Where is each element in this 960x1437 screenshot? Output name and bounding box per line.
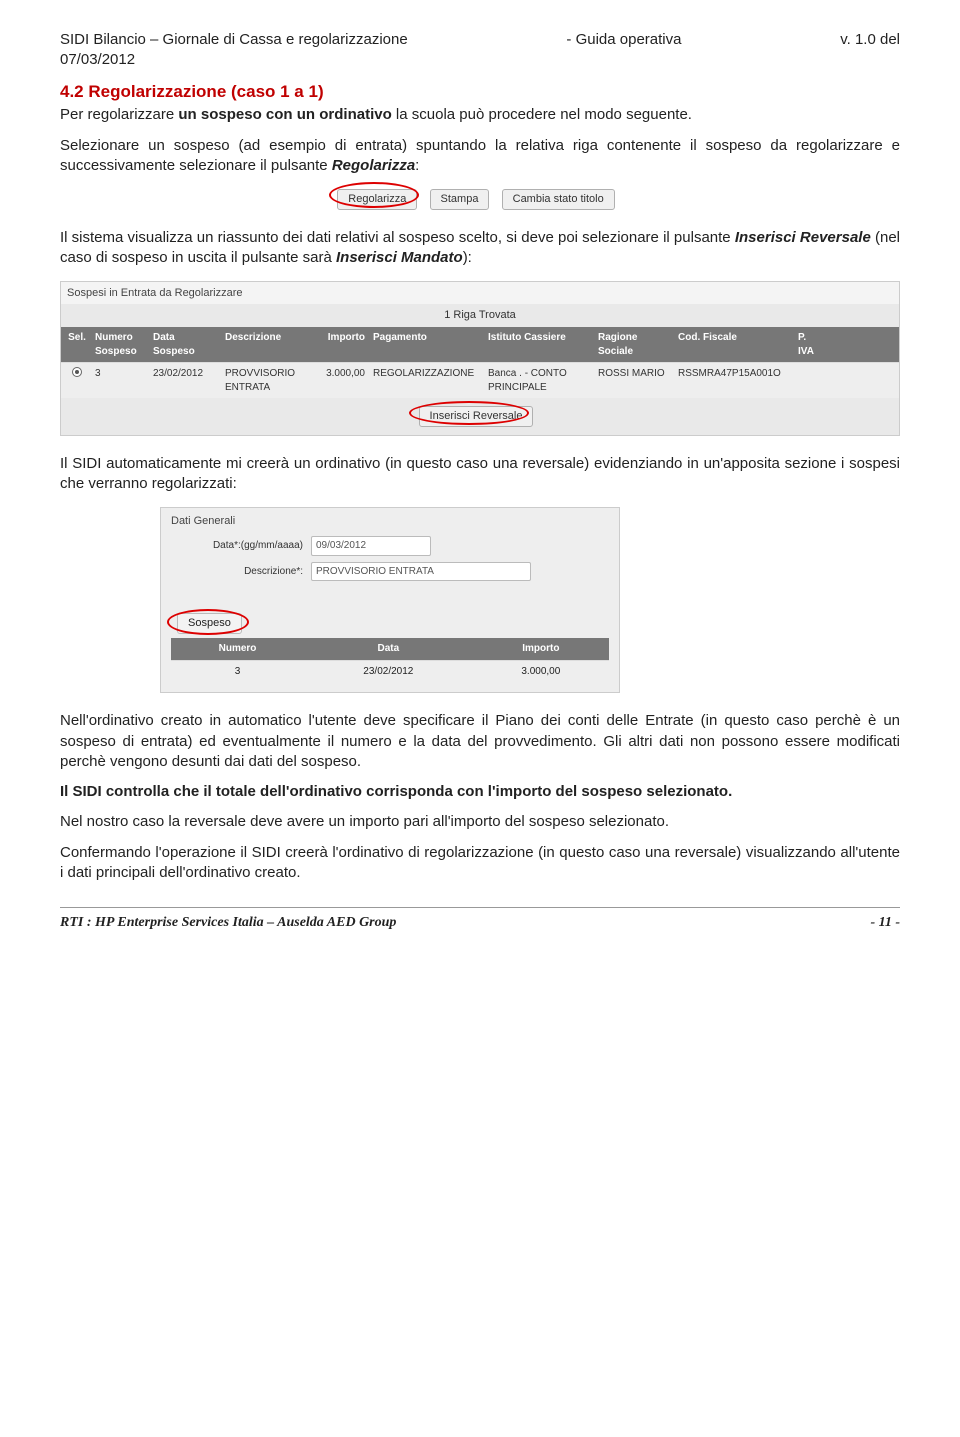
table-header-row: Sel. Numero Sospeso Data Sospeso Descriz… [61,327,899,362]
header-date: 07/03/2012 [60,50,900,70]
term: Inserisci Reversale [735,229,871,246]
inserisci-reversale-button[interactable]: Inserisci Reversale [419,406,534,427]
text: : [415,157,419,174]
paragraph-3: Il sistema visualizza un riassunto dei d… [60,228,900,269]
cell-importo: 3.000,00 [311,367,369,394]
page-footer: RTI : HP Enterprise Services Italia – Au… [60,914,900,933]
col-numero: Numero [171,638,304,660]
col-ragione: Ragione Sociale [594,331,674,358]
cell-desc: PROVVISORIO ENTRATA [221,367,311,394]
text: Per regolarizzare [60,106,178,123]
col-numero: Numero Sospeso [91,331,149,358]
text: ): [463,249,472,266]
cell-importo: 3.000,00 [473,660,609,682]
cell-data: 23/02/2012 [149,367,221,394]
paragraph-8: Confermando l'operazione il SIDI creerà … [60,843,900,884]
sospeso-table: Numero Data Importo 3 23/02/2012 3.000,0… [171,638,609,682]
cell-numero: 3 [91,367,149,394]
cambia-stato-button[interactable]: Cambia stato titolo [502,189,615,210]
section-heading: 4.2 Regolarizzazione (caso 1 a 1) [60,81,900,104]
text-bold: un sospeso con un ordinativo [178,106,391,123]
cell-istituto: Banca . - CONTO PRINCIPALE [484,367,594,394]
screenshot-form-dati: Dati Generali Data*:(gg/mm/aaaa) 09/03/2… [160,507,900,694]
radio-dot-icon[interactable] [72,367,82,377]
col-data: Data Sospeso [149,331,221,358]
text: Il sistema visualizza un riassunto dei d… [60,229,735,246]
col-importo: Importo [473,638,609,660]
sospeso-tab[interactable]: Sospeso [177,613,242,634]
text: la scuola può procedere nel modo seguent… [396,106,692,123]
stampa-button[interactable]: Stampa [430,189,490,210]
input-descrizione[interactable]: PROVVISORIO ENTRATA [311,562,531,582]
col-pagamento: Pagamento [369,331,484,358]
intro-paragraph: Per regolarizzare un sospeso con un ordi… [60,105,900,125]
form-title: Dati Generali [171,514,609,529]
col-data: Data [304,638,473,660]
header-left: SIDI Bilancio – Giornale di Cassa e rego… [60,30,408,50]
page-header: SIDI Bilancio – Giornale di Cassa e rego… [60,30,900,50]
footer-left: RTI : HP Enterprise Services Italia – Au… [60,914,396,933]
cell-data: 23/02/2012 [304,660,473,682]
header-center: - Guida operativa [566,30,681,50]
paragraph-2: Selezionare un sospeso (ad esempio di en… [60,136,900,177]
col-sel: Sel. [63,331,91,358]
screenshot-table-sospesi: Sospesi in Entrata da Regolarizzare 1 Ri… [60,281,900,437]
table-header-row: Numero Data Importo [171,638,609,660]
regolarizza-button[interactable]: Regolarizza [337,189,417,210]
footer-right: - 11 - [870,914,900,933]
term: Inserisci Mandato [336,249,463,266]
col-importo: Importo [311,331,369,358]
term: Regolarizza [332,157,415,174]
header-right: v. 1.0 del [840,30,900,50]
col-codfiscale: Cod. Fiscale [674,331,794,358]
cell-numero: 3 [171,660,304,682]
screenshot-buttons-1: Regolarizza Stampa Cambia stato titolo [60,188,900,210]
input-data[interactable]: 09/03/2012 [311,536,431,556]
label-data: Data*:(gg/mm/aaaa) [171,539,311,553]
label-descrizione: Descrizione*: [171,565,311,579]
cell-ragione: ROSSI MARIO [594,367,674,394]
col-descrizione: Descrizione [221,331,311,358]
cell-pagamento: REGOLARIZZAZIONE [369,367,484,394]
footer-separator: RTI : HP Enterprise Services Italia – Au… [60,907,900,933]
paragraph-7: Nel nostro caso la reversale deve avere … [60,812,900,832]
table-title: Sospesi in Entrata da Regolarizzare [61,282,899,305]
bold-text: Il SIDI controlla che il totale dell'ord… [60,783,732,800]
radio-select[interactable] [63,367,91,394]
col-piva: P. IVA [794,331,824,358]
table-row[interactable]: 3 23/02/2012 PROVVISORIO ENTRATA 3.000,0… [61,362,899,398]
cell-piva [794,367,824,394]
col-istituto: Istituto Cassiere [484,331,594,358]
text: Selezionare un sospeso (ad esempio di en… [60,137,900,174]
paragraph-6: Il SIDI controlla che il totale dell'ord… [60,782,900,802]
paragraph-4: Il SIDI automaticamente mi creerà un ord… [60,454,900,495]
table-row: 3 23/02/2012 3.000,00 [171,660,609,682]
cell-codfiscale: RSSMRA47P15A001O [674,367,794,394]
table-count: 1 Riga Trovata [61,304,899,327]
paragraph-5: Nell'ordinativo creato in automatico l'u… [60,711,900,772]
